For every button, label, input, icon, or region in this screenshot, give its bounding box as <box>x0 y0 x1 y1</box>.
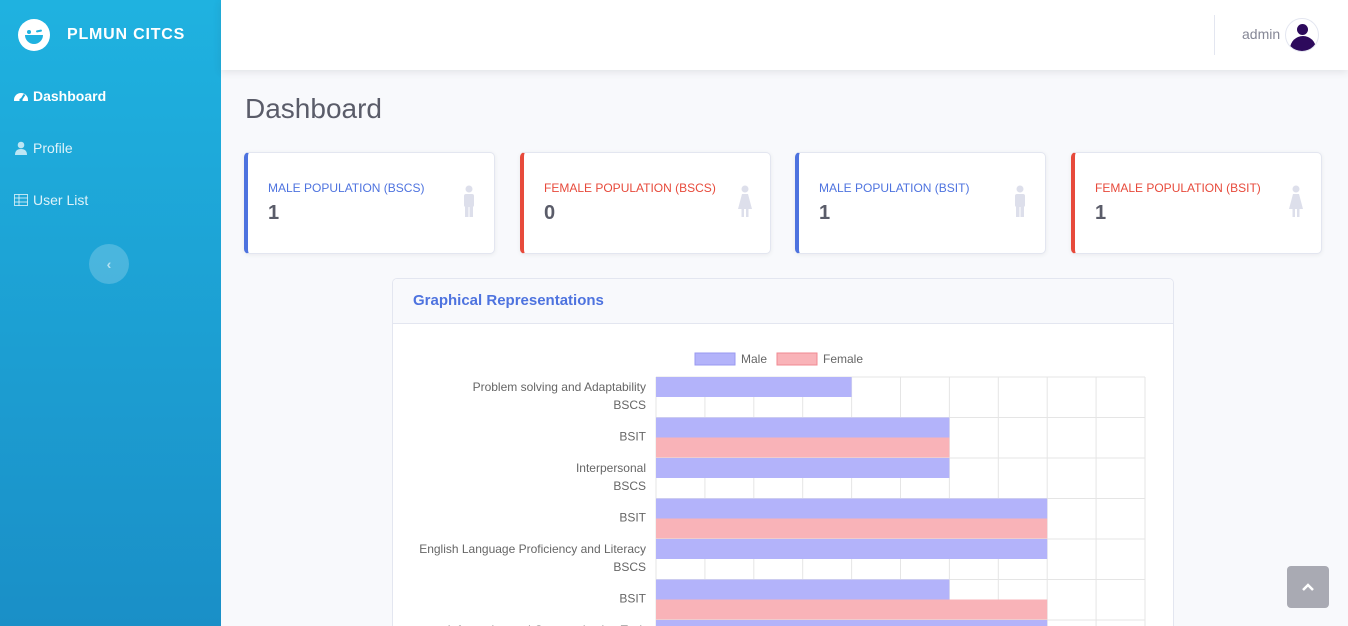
brand-name: PLMUN CITCS <box>67 26 186 43</box>
tachometer-icon <box>13 89 29 103</box>
chart-panel: Graphical Representations Male Female Prob… <box>392 278 1174 626</box>
bar-female <box>656 437 950 458</box>
card-label: MALE POPULATION (BSIT) <box>819 181 970 195</box>
user-avatar-icon[interactable] <box>1285 18 1319 52</box>
sidebar-item-label: User List <box>33 192 89 208</box>
sidebar-item-user-list[interactable]: User List <box>0 174 221 226</box>
bar-male <box>656 417 950 438</box>
user-icon <box>13 141 29 155</box>
card-value: 1 <box>268 202 280 224</box>
category-label: BSIT <box>619 430 646 444</box>
chevron-up-icon <box>1302 583 1314 591</box>
scroll-to-top-button[interactable] <box>1287 566 1329 608</box>
category-label: English Language Proficiency and Literac… <box>419 542 646 556</box>
stat-card-female-bsit: FEMALE POPULATION (BSIT) 1 <box>1071 152 1322 254</box>
category-label: BSCS <box>613 479 646 493</box>
bar-female <box>656 599 1048 620</box>
sidebar-item-dashboard[interactable]: Dashboard <box>0 70 221 122</box>
card-value: 1 <box>1095 202 1107 224</box>
category-label: BSCS <box>613 560 646 574</box>
category-label: BSIT <box>619 592 646 606</box>
male-icon <box>1015 185 1025 217</box>
category-label: Problem solving and Adaptability <box>473 380 646 394</box>
card-label: MALE POPULATION (BSCS) <box>268 181 425 195</box>
category-label: BSIT <box>619 511 646 525</box>
panel-header: Graphical Representations <box>393 279 1173 324</box>
sidebar-item-label: Profile <box>33 140 73 156</box>
winking-face-icon <box>18 19 50 51</box>
bar-male <box>656 498 1048 519</box>
bar-male <box>656 377 852 397</box>
legend-swatch <box>694 352 736 366</box>
card-value: 0 <box>544 202 556 224</box>
brand[interactable]: PLMUN CITCS <box>0 0 221 70</box>
legend-swatch <box>776 352 818 366</box>
stat-card-male-bscs: MALE POPULATION (BSCS) 1 <box>244 152 495 254</box>
female-icon <box>1289 185 1303 217</box>
sidebar: PLMUN CITCS Dashboard Profile User List … <box>0 0 221 626</box>
user-name[interactable]: admin <box>1242 26 1280 42</box>
card-label: FEMALE POPULATION (BSIT) <box>1095 181 1261 195</box>
topbar-divider <box>1214 15 1215 55</box>
table-icon <box>13 193 29 207</box>
sidebar-toggle-button[interactable]: ‹ <box>89 244 129 284</box>
category-label: BSCS <box>613 398 646 412</box>
category-label: Interpersonal <box>576 461 646 475</box>
page-title: Dashboard <box>245 93 382 124</box>
sidebar-item-label: Dashboard <box>33 88 107 104</box>
card-label: FEMALE POPULATION (BSCS) <box>544 181 716 195</box>
chevron-left-icon: ‹ <box>106 256 112 272</box>
legend-label: Male <box>741 352 767 366</box>
sidebar-item-profile[interactable]: Profile <box>0 122 221 174</box>
legend-label: Female <box>823 352 863 366</box>
bar-female <box>656 518 1048 539</box>
bar-chart: Male Female Problem solving and Adaptabili… <box>419 352 1146 626</box>
sidebar-nav: Dashboard Profile User List <box>0 70 221 226</box>
stat-card-female-bscs: FEMALE POPULATION (BSCS) 0 <box>520 152 771 254</box>
bar-male <box>656 539 1048 559</box>
bar-male <box>656 579 950 600</box>
panel-title: Graphical Representations <box>413 292 604 309</box>
female-icon <box>738 185 752 217</box>
male-icon <box>464 185 474 217</box>
card-value: 1 <box>819 202 831 224</box>
bar-male <box>656 458 950 478</box>
topbar: admin <box>221 0 1348 70</box>
bar-male <box>656 620 1048 626</box>
stat-card-male-bsit: MALE POPULATION (BSIT) 1 <box>795 152 1046 254</box>
